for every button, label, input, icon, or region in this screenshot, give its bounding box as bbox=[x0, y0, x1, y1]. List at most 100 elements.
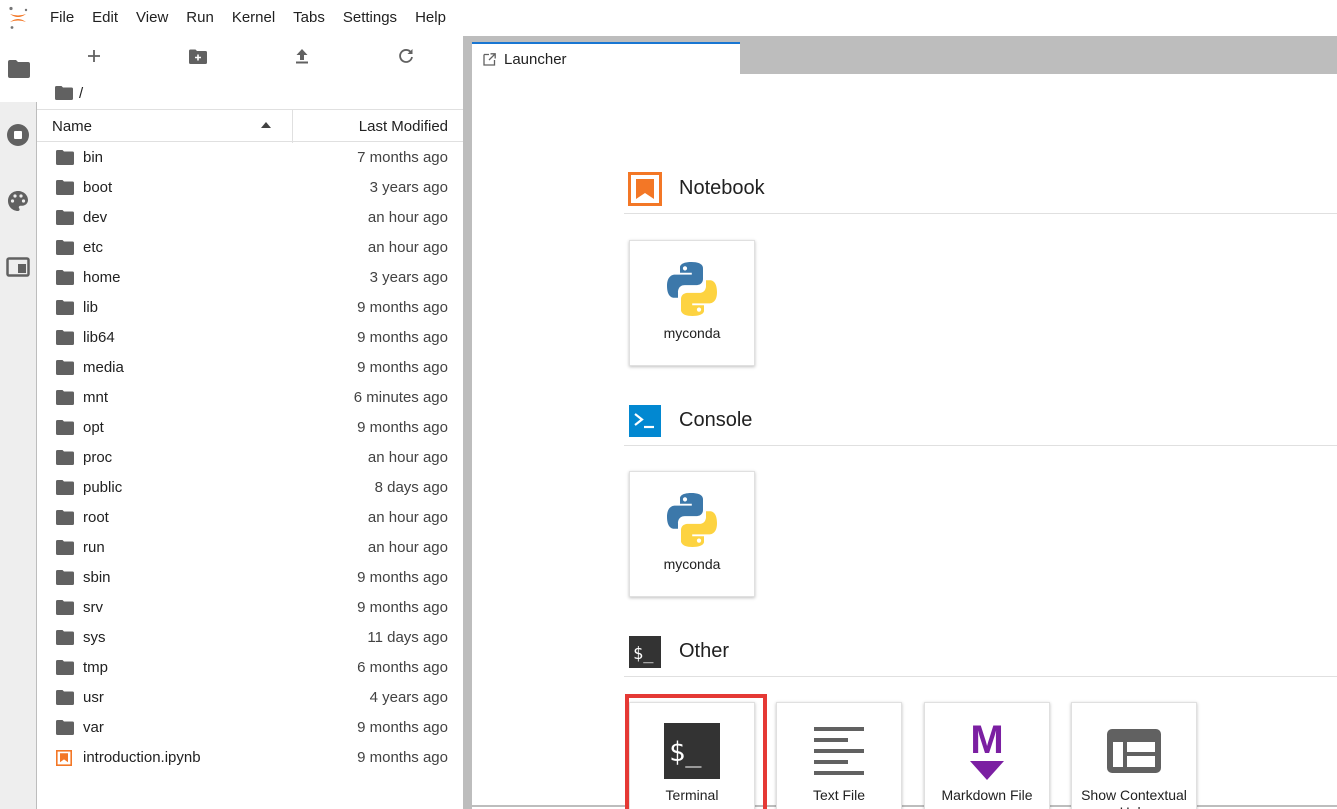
menu-kernel[interactable]: Kernel bbox=[223, 0, 284, 36]
file-name: dev bbox=[83, 209, 108, 226]
python-icon bbox=[667, 262, 717, 316]
menu-view[interactable]: View bbox=[127, 0, 177, 36]
folder-icon bbox=[7, 60, 30, 78]
launcher-card-console-myconda[interactable]: myconda bbox=[629, 471, 755, 597]
section-console-header: Console bbox=[624, 396, 1337, 446]
refresh-button[interactable] bbox=[390, 44, 422, 68]
column-divider[interactable] bbox=[292, 110, 293, 143]
card-label: Text File bbox=[812, 787, 866, 803]
new-launcher-button[interactable] bbox=[78, 44, 110, 68]
file-name: etc bbox=[83, 239, 104, 256]
folder-icon bbox=[56, 540, 74, 560]
folder-icon bbox=[56, 720, 74, 740]
contextual-help-icon bbox=[1107, 729, 1161, 773]
folder-icon bbox=[56, 510, 74, 530]
folder-icon bbox=[56, 570, 74, 590]
dock-tab-bar: Launcher bbox=[472, 36, 1337, 74]
section-title: Notebook bbox=[679, 177, 765, 199]
file-last-modified: an hour ago bbox=[367, 239, 448, 256]
file-list-item[interactable]: lib64 9 months ago bbox=[37, 323, 463, 353]
file-name: lib bbox=[83, 299, 99, 316]
running-sessions-tab[interactable] bbox=[0, 102, 36, 168]
folder-icon bbox=[56, 630, 74, 650]
file-list-header: Name Last Modified bbox=[37, 109, 463, 143]
file-list-item[interactable]: dev an hour ago bbox=[37, 203, 463, 233]
file-name: run bbox=[83, 539, 105, 556]
file-name: sbin bbox=[83, 569, 111, 586]
folder-icon bbox=[56, 570, 74, 585]
folder-icon bbox=[56, 480, 74, 495]
file-browser: / Name Last Modified bin 7 months ago boot… bbox=[37, 36, 463, 809]
launcher-card-notebook-myconda[interactable]: myconda bbox=[629, 240, 755, 366]
file-list-item[interactable]: tmp 6 months ago bbox=[37, 653, 463, 683]
file-list-item[interactable]: opt 9 months ago bbox=[37, 413, 463, 443]
file-list-item[interactable]: boot 3 years ago bbox=[37, 173, 463, 203]
menu-settings[interactable]: Settings bbox=[334, 0, 406, 36]
folder-icon bbox=[56, 210, 74, 225]
file-list-item[interactable]: bin 7 months ago bbox=[37, 143, 463, 173]
file-list-item[interactable]: run an hour ago bbox=[37, 533, 463, 563]
launcher-panel: Notebook myconda Console myconda $_ Othe… bbox=[472, 74, 1337, 809]
notebook-icon bbox=[628, 171, 662, 206]
breadcrumb-path[interactable]: / bbox=[79, 85, 83, 102]
file-list-item[interactable]: public 8 days ago bbox=[37, 473, 463, 503]
folder-icon bbox=[56, 600, 74, 615]
panel-splitter[interactable] bbox=[463, 36, 472, 809]
console-icon bbox=[628, 404, 662, 438]
file-browser-tab[interactable] bbox=[0, 36, 37, 102]
folder-icon bbox=[56, 390, 74, 405]
command-palette-tab[interactable] bbox=[0, 168, 36, 234]
file-list-item[interactable]: sbin 9 months ago bbox=[37, 563, 463, 593]
notebook-icon bbox=[56, 750, 72, 771]
file-list-item[interactable]: introduction.ipynb 9 months ago bbox=[37, 743, 463, 773]
file-name: var bbox=[83, 719, 104, 736]
sort-ascending-icon[interactable] bbox=[261, 122, 271, 128]
card-label: Show Contextual Help bbox=[1081, 787, 1187, 809]
file-list-item[interactable]: usr 4 years ago bbox=[37, 683, 463, 713]
file-list-item[interactable]: home 3 years ago bbox=[37, 263, 463, 293]
file-list-item[interactable]: lib 9 months ago bbox=[37, 293, 463, 323]
column-last-modified-header[interactable]: Last Modified bbox=[359, 110, 448, 143]
menu-tabs[interactable]: Tabs bbox=[284, 0, 334, 36]
file-name: proc bbox=[83, 449, 113, 466]
folder-icon bbox=[56, 180, 74, 195]
file-list-item[interactable]: sys 11 days ago bbox=[37, 623, 463, 653]
launcher-card-show-contextual-help[interactable]: Show Contextual Help bbox=[1071, 702, 1197, 809]
folder-icon bbox=[56, 660, 74, 680]
menu-run[interactable]: Run bbox=[177, 0, 223, 36]
menu-help[interactable]: Help bbox=[406, 0, 455, 36]
file-name: media bbox=[83, 359, 124, 376]
file-list-item[interactable]: media 9 months ago bbox=[37, 353, 463, 383]
file-list-item[interactable]: mnt 6 minutes ago bbox=[37, 383, 463, 413]
file-list-item[interactable]: var 9 months ago bbox=[37, 713, 463, 743]
open-tabs-tab[interactable] bbox=[0, 234, 36, 300]
file-last-modified: 6 minutes ago bbox=[353, 389, 448, 406]
main-dock-area: Launcher Notebook myconda Console mycond… bbox=[472, 36, 1337, 809]
file-last-modified: 9 months ago bbox=[357, 329, 448, 346]
launcher-card-text-file[interactable]: Text File bbox=[776, 702, 902, 809]
file-list-item[interactable]: root an hour ago bbox=[37, 503, 463, 533]
folder-icon bbox=[56, 270, 74, 285]
launcher-card-markdown-file[interactable]: M Markdown File bbox=[924, 702, 1050, 809]
file-list-item[interactable]: srv 9 months ago bbox=[37, 593, 463, 623]
file-last-modified: 9 months ago bbox=[357, 299, 448, 316]
file-last-modified: 9 months ago bbox=[357, 419, 448, 436]
terminal-highlight-box bbox=[625, 694, 767, 809]
file-list-item[interactable]: etc an hour ago bbox=[37, 233, 463, 263]
breadcrumb[interactable]: / bbox=[55, 82, 83, 104]
menu-edit[interactable]: Edit bbox=[83, 0, 127, 36]
upload-button[interactable] bbox=[286, 44, 318, 68]
folder-icon bbox=[56, 240, 74, 255]
folder-icon bbox=[56, 390, 74, 410]
card-label: Markdown File bbox=[941, 787, 1033, 803]
file-list-item[interactable]: proc an hour ago bbox=[37, 443, 463, 473]
menu-file[interactable]: File bbox=[36, 0, 83, 36]
file-last-modified: 9 months ago bbox=[357, 719, 448, 736]
running-stop-icon bbox=[7, 124, 29, 146]
folder-icon bbox=[56, 450, 74, 465]
folder-icon bbox=[56, 300, 74, 315]
column-name-header[interactable]: Name bbox=[52, 110, 92, 143]
new-folder-button[interactable] bbox=[182, 44, 214, 68]
folder-icon bbox=[56, 210, 74, 230]
tab-launcher[interactable]: Launcher bbox=[472, 42, 740, 74]
